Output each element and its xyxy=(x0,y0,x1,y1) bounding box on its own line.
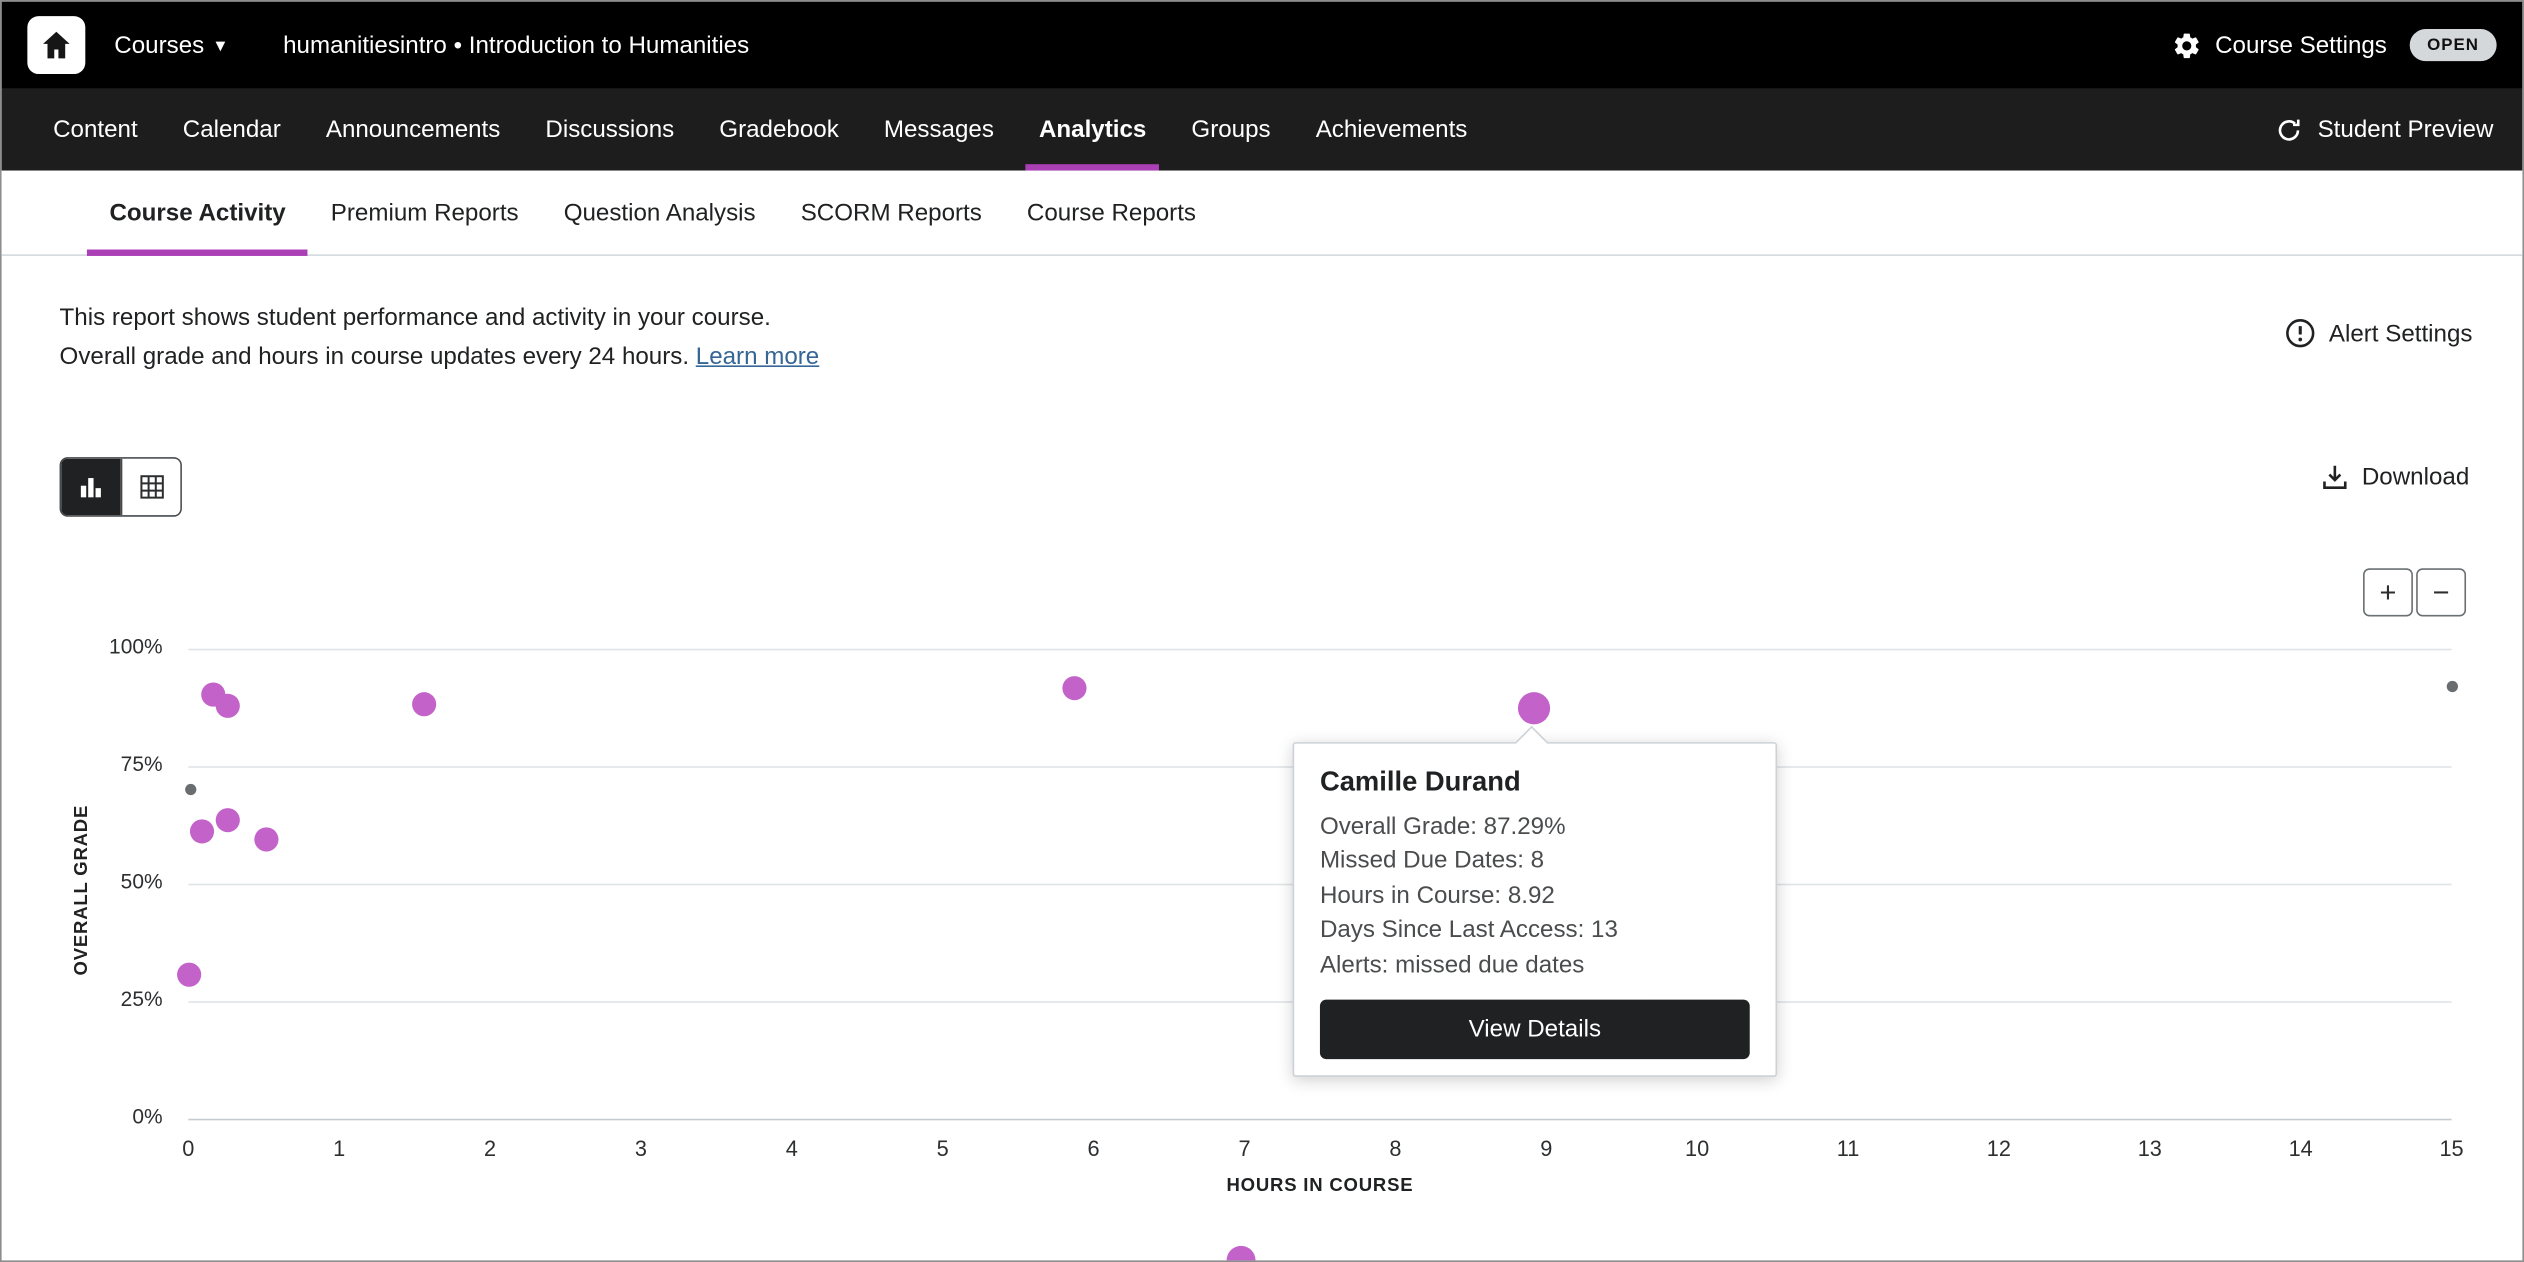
x-tick-label: 1 xyxy=(333,1136,345,1160)
gridline xyxy=(188,649,2451,651)
view-toggle-group xyxy=(60,457,182,517)
nav-item-discussions[interactable]: Discussions xyxy=(523,89,697,171)
report-description-line2: Overall grade and hours in course update… xyxy=(60,338,820,377)
x-tick-label: 4 xyxy=(786,1136,798,1160)
open-status-badge: OPEN xyxy=(2409,29,2496,61)
data-point[interactable] xyxy=(215,808,239,832)
tooltip-stat: Days Since Last Access: 13 xyxy=(1294,913,1775,947)
tab-course-activity[interactable]: Course Activity xyxy=(87,171,308,255)
nav-item-announcements[interactable]: Announcements xyxy=(303,89,523,171)
nav-item-content[interactable]: Content xyxy=(31,89,161,171)
x-tick-label: 12 xyxy=(1987,1136,2011,1160)
report-info-row: This report shows student performance an… xyxy=(60,299,2473,376)
student-preview-label: Student Preview xyxy=(2318,116,2494,143)
nav-item-analytics[interactable]: Analytics xyxy=(1016,89,1168,171)
bar-chart-icon xyxy=(76,472,107,503)
x-tick-label: 7 xyxy=(1238,1136,1250,1160)
tab-course-reports[interactable]: Course Reports xyxy=(1004,171,1218,255)
report-description-line1: This report shows student performance an… xyxy=(60,299,820,338)
download-icon xyxy=(2320,462,2351,493)
home-icon xyxy=(39,27,74,62)
alert-icon xyxy=(2284,317,2316,349)
x-tick-label: 15 xyxy=(2439,1136,2463,1160)
data-point[interactable] xyxy=(255,827,279,851)
x-tick-label: 13 xyxy=(2138,1136,2162,1160)
tab-question-analysis[interactable]: Question Analysis xyxy=(541,171,778,255)
y-tick-label: 100% xyxy=(2,634,163,658)
courses-menu-label: Courses xyxy=(114,31,204,58)
refresh-icon xyxy=(2274,115,2303,144)
x-tick-label: 11 xyxy=(1837,1136,1860,1160)
app-window: Courses ▾ humanitiesintro • Introduction… xyxy=(0,0,2524,1262)
x-tick-label: 3 xyxy=(635,1136,647,1160)
alert-settings-label: Alert Settings xyxy=(2329,320,2473,347)
tooltip-stat: Overall Grade: 87.29% xyxy=(1294,810,1775,844)
data-point[interactable] xyxy=(2447,681,2458,692)
table-icon xyxy=(136,472,167,503)
data-point[interactable] xyxy=(190,820,214,844)
x-tick-label: 8 xyxy=(1389,1136,1401,1160)
y-tick-label: 50% xyxy=(2,869,163,893)
alert-settings-button[interactable]: Alert Settings xyxy=(2284,314,2473,353)
y-tick-label: 25% xyxy=(2,987,163,1011)
tab-scorm-reports[interactable]: SCORM Reports xyxy=(778,171,1004,255)
download-label: Download xyxy=(2362,464,2469,491)
tooltip-stat: Hours in Course: 8.92 xyxy=(1294,879,1775,913)
nav-item-achievements[interactable]: Achievements xyxy=(1293,89,1490,171)
learn-more-link[interactable]: Learn more xyxy=(696,343,819,370)
home-button[interactable] xyxy=(27,16,85,74)
x-tick-label: 2 xyxy=(484,1136,496,1160)
course-settings-label: Course Settings xyxy=(2215,31,2387,58)
data-point[interactable] xyxy=(178,963,202,987)
nav-item-calendar[interactable]: Calendar xyxy=(160,89,303,171)
view-details-button[interactable]: View Details xyxy=(1320,1000,1750,1060)
gridline xyxy=(188,1119,2451,1121)
data-point[interactable] xyxy=(215,693,239,717)
data-point[interactable] xyxy=(186,784,197,795)
student-tooltip: Camille Durand Overall Grade: 87.29%Miss… xyxy=(1293,742,1778,1077)
download-button[interactable]: Download xyxy=(2320,462,2469,493)
tooltip-stat: Alerts: missed due dates xyxy=(1294,948,1775,982)
tab-premium-reports[interactable]: Premium Reports xyxy=(308,171,541,255)
nav-item-gradebook[interactable]: Gradebook xyxy=(697,89,862,171)
x-tick-label: 14 xyxy=(2289,1136,2313,1160)
x-tick-label: 5 xyxy=(937,1136,949,1160)
y-tick-label: 0% xyxy=(2,1104,163,1128)
student-preview-button[interactable]: Student Preview xyxy=(2274,89,2493,171)
course-settings-button[interactable]: Course Settings xyxy=(2172,30,2387,61)
breadcrumb: humanitiesintro • Introduction to Humani… xyxy=(283,31,749,58)
x-axis-title: HOURS IN COURSE xyxy=(1226,1177,1413,1196)
x-tick-label: 9 xyxy=(1540,1136,1552,1160)
x-tick-label: 6 xyxy=(1088,1136,1100,1160)
gear-icon xyxy=(2172,30,2203,61)
data-point-partial[interactable] xyxy=(1227,1246,1256,1262)
courses-menu-button[interactable]: Courses ▾ xyxy=(98,19,241,72)
nav-item-groups[interactable]: Groups xyxy=(1169,89,1293,171)
data-point[interactable] xyxy=(1062,677,1086,701)
table-view-button[interactable] xyxy=(121,459,181,515)
y-tick-label: 75% xyxy=(2,752,163,776)
data-point-selected[interactable] xyxy=(1518,692,1550,724)
report-tabs: Course ActivityPremium ReportsQuestion A… xyxy=(2,171,2523,256)
data-point[interactable] xyxy=(412,692,436,716)
x-tick-label: 0 xyxy=(182,1136,194,1160)
x-tick-label: 10 xyxy=(1685,1136,1709,1160)
scatter-chart: OVERALL GRADE HOURS IN COURSE 0%25%50%75… xyxy=(2,549,2524,1262)
tooltip-stat: Missed Due Dates: 8 xyxy=(1294,844,1775,878)
main-nav: ContentCalendarAnnouncementsDiscussionsG… xyxy=(2,89,2523,171)
chart-view-button[interactable] xyxy=(61,459,121,515)
top-bar: Courses ▾ humanitiesintro • Introduction… xyxy=(2,2,2523,89)
nav-item-messages[interactable]: Messages xyxy=(861,89,1016,171)
chevron-down-icon: ▾ xyxy=(215,35,225,54)
